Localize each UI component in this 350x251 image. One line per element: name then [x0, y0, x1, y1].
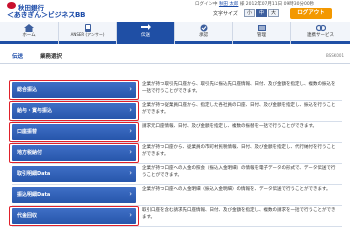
menu-button-label: 取引明細Data [17, 171, 51, 177]
menu-description: 企業が持つ口座から、従業員の市町村民税情報、日付、及び金額を指定し、代行納付を行… [142, 145, 336, 157]
menu-row-transfer-data: 振込明細Data › 企業が持つ口座への入金明細（振込入金明細）の情報を、データ… [12, 185, 342, 206]
font-size-label: 文字サイズ [213, 11, 238, 17]
menu-row-account-transfer: 口座振替 › 請求元口座情報、日付、及び金額を指定し、複数の振替を一括で行うこと… [9, 122, 342, 143]
highlight-frame [9, 143, 139, 163]
service-name: ＜あきぎん＞ビジネスBB [7, 11, 86, 19]
nav-label: ホーム [22, 33, 36, 38]
global-nav: ホーム ANSER (アンサー) 伝送 承認 管理 連携サービス [0, 22, 350, 44]
transfer-data-button[interactable]: 振込明細Data › [12, 187, 136, 203]
transaction-data-button[interactable]: 取引明細Data › [12, 166, 136, 182]
screen-code: BSSK001 [325, 53, 344, 58]
menu-description: 企業が持つ口座への入金明細（振込入金明細）の情報を、データ伝送で行うことができま… [142, 187, 331, 192]
bank-logo[interactable]: 秋田銀行 ＜あきぎん＞ビジネスBB [4, 1, 96, 21]
title-bar: 伝送 業務選択 BSSK001 [0, 47, 350, 64]
menu-row-salary-transfer: 給与・賞与振込 › 企業が持つ従業員口座から、指定した各社員の口座、日付、及び金… [9, 101, 342, 122]
menu-row-payment-collection: 代金回収 › 取引口座を含む請求先口座情報、日付、及び金額を指定し、複数の請求を… [9, 206, 342, 227]
menu-description: 企業が持つ口座への入金の照会（振込入金明細）の情報を電子データの形式で、データ伝… [142, 166, 336, 178]
nav-item-transmission[interactable]: 伝送 [116, 22, 174, 44]
highlight-frame [9, 206, 139, 226]
home-icon [24, 24, 34, 32]
approval-icon [200, 24, 207, 32]
font-size-small-button[interactable]: 小 [244, 9, 255, 17]
link-service-icon [315, 24, 326, 32]
menu-row-transaction-data: 取引明細Data › 企業が持つ口座への入金の照会（振込入金明細）の情報を電子デ… [12, 164, 342, 185]
nav-label: 連携サービス [307, 33, 334, 38]
font-size-medium-button[interactable]: 中 [256, 9, 267, 17]
nav-item-anser[interactable]: ANSER (アンサー) [58, 22, 116, 44]
chevron-right-icon: › [129, 169, 132, 177]
user-info: ログイン中 秋田 太郎 様 2012年07月11日 09時30分00秒 [195, 1, 314, 7]
transmission-icon [140, 24, 151, 30]
page-title: 業務選択 [40, 54, 63, 60]
menu-row-general-transfer: 総合振込 › 企業が持つ取引先口座から、取引先に振込先口座情報、日付、及び金額を… [9, 80, 342, 101]
nav-label: 管理 [257, 33, 266, 38]
management-icon [257, 25, 266, 31]
menu-description: 企業が持つ従業員口座から、指定した各社員の口座、日付、及び金額を指定し、振込を行… [142, 103, 336, 115]
menu-description: 取引口座を含む請求先口座情報、日付、及び金額を指定し、複数の請求を一括で行うこと… [142, 208, 336, 220]
user-prefix: ログイン中 [195, 2, 218, 7]
section-label: 伝送 [12, 54, 24, 60]
logout-button[interactable]: ログアウト [290, 8, 332, 19]
business-menu: 総合振込 › 企業が持つ取引先口座から、取引先に振込先口座情報、日付、及び金額を… [9, 80, 342, 227]
user-name[interactable]: 秋田 太郎 [219, 2, 238, 7]
user-suffix: 様 2012年07月11日 09時30分00秒 [239, 2, 315, 7]
menu-description: 請求元口座情報、日付、及び金額を指定し、複数の振替を一括で行うことができます。 [142, 124, 318, 129]
nav-label: ANSER (アンサー) [70, 32, 105, 37]
nav-label: 伝送 [141, 33, 150, 38]
highlight-frame [9, 122, 139, 142]
font-size-large-button[interactable]: 大 [268, 9, 279, 17]
header: 秋田銀行 ＜あきぎん＞ビジネスBB ログイン中 秋田 太郎 様 2012年07月… [0, 0, 350, 22]
anser-icon [84, 24, 91, 32]
menu-button-label: 振込明細Data [17, 192, 51, 198]
highlight-frame [9, 101, 139, 121]
menu-description: 企業が持つ取引先口座から、取引先に振込先口座情報、日付、及び金額を指定し、複数の… [142, 82, 336, 94]
nav-item-link-service[interactable]: 連携サービス [290, 22, 350, 44]
chevron-right-icon: › [129, 190, 132, 198]
nav-item-home[interactable]: ホーム [0, 22, 58, 44]
nav-label: 承認 [199, 33, 208, 38]
highlight-frame [9, 80, 139, 100]
bank-logo-mark-icon [7, 2, 16, 9]
nav-item-approval[interactable]: 承認 [174, 22, 232, 44]
nav-item-management[interactable]: 管理 [232, 22, 290, 44]
menu-row-local-tax: 地方税納付 › 企業が持つ口座から、従業員の市町村民税情報、日付、及び金額を指定… [9, 143, 342, 164]
